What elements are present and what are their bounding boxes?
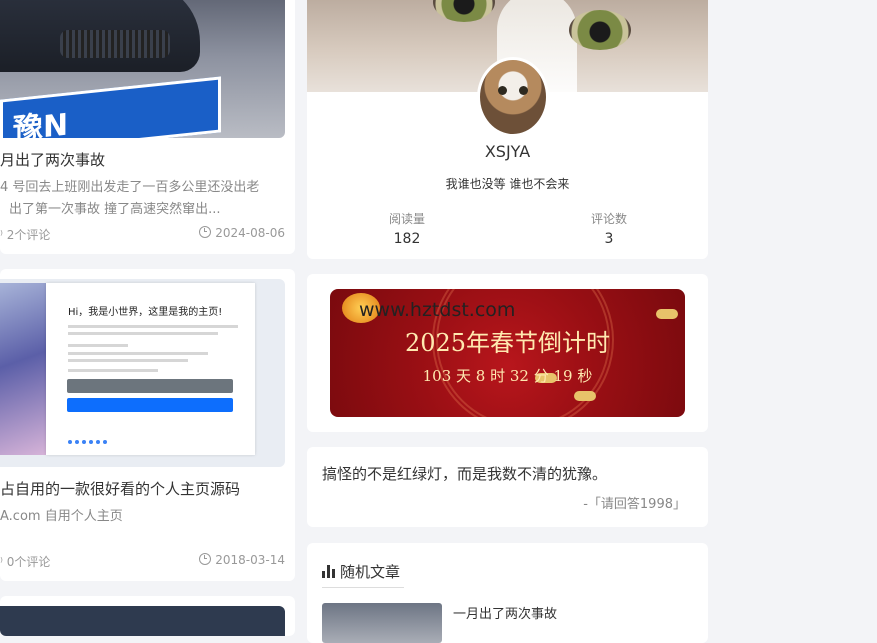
post-card-2[interactable]: Hi，我是小世界，这里是我的主页! 占自用的一款很好看的个人主页源码 A.com… xyxy=(0,269,295,581)
countdown-banner-card: www.hztdst.com 2025年春节倒计时 103 天 8 时 32 分… xyxy=(307,274,708,432)
profile-name: XSJYA xyxy=(484,142,531,161)
stat-value: 182 xyxy=(393,231,421,247)
preview-text-line xyxy=(68,332,218,335)
post-excerpt: A.com 自用个人主页 xyxy=(0,509,123,524)
avatar[interactable] xyxy=(477,57,549,137)
preview-blog-button xyxy=(67,379,233,393)
banner-watermark-url: www.hztdst.com xyxy=(359,299,516,321)
countdown-text: 103 天 8 时 32 分 19 秒 xyxy=(422,367,593,385)
post-card-3[interactable] xyxy=(0,596,295,636)
stat-label: 评论数 xyxy=(590,212,627,226)
preview-text-line xyxy=(68,369,158,372)
comment-icon: ⁾ xyxy=(0,228,7,242)
homepage-preview: Hi，我是小世界，这里是我的主页! xyxy=(46,283,255,455)
preview-social-icons xyxy=(68,429,110,448)
preview-text-line xyxy=(68,325,238,328)
random-articles-heading: 随机文章 xyxy=(322,561,400,582)
random-articles-card: 随机文章 一月出了两次事故 xyxy=(307,543,708,643)
random-article-thumbnail[interactable] xyxy=(322,603,442,643)
clock-icon xyxy=(199,226,212,238)
post-thumbnail[interactable]: 豫N xyxy=(0,0,285,138)
stat-value: 3 xyxy=(604,231,614,247)
comment-count: ⁾ 2个评论 xyxy=(0,226,50,243)
post-date: 2018-03-14 xyxy=(199,553,285,567)
profile-card: XSJYA 我谁也没等 谁也不会来 阅读量 182 评论数 3 xyxy=(307,0,708,259)
stat-label: 阅读量 xyxy=(388,212,425,226)
cloud-icon xyxy=(574,391,596,401)
stat-comments: 评论数 3 xyxy=(549,210,669,247)
post-title[interactable]: 月出了两次事故 xyxy=(0,149,105,170)
bar-chart-icon xyxy=(322,565,336,578)
plate-text: 豫N xyxy=(13,107,69,138)
comment-icon: ⁾ xyxy=(0,555,7,569)
banner-title: 2025年春节倒计时 xyxy=(404,329,611,357)
post-thumbnail[interactable]: Hi，我是小世界，这里是我的主页! xyxy=(0,279,285,467)
post-date-text: 2018-03-14 xyxy=(215,553,285,567)
cat-eye xyxy=(569,10,631,50)
preview-text-line xyxy=(68,359,188,362)
comment-count-text: 2个评论 xyxy=(6,228,51,242)
license-plate: 豫N xyxy=(0,76,221,138)
post-date: 2024-08-06 xyxy=(199,226,285,240)
heading-underline xyxy=(322,587,404,588)
preview-text-line xyxy=(68,352,208,355)
car-grille xyxy=(60,30,170,58)
excerpt-line: 出了第一次事故 撞了高速突然窜出... xyxy=(9,202,221,217)
quote-text: 搞怪的不是红绿灯，而是我数不清的犹豫。 xyxy=(322,465,608,483)
quote-card: 搞怪的不是红绿灯，而是我数不清的犹豫。 -「请回答1998」 xyxy=(307,447,708,527)
thumbnail-art xyxy=(0,283,46,455)
profile-motto: 我谁也没等 谁也不会来 xyxy=(445,177,570,191)
post-title[interactable]: 占自用的一款很好看的个人主页源码 xyxy=(0,478,240,499)
random-article-title[interactable]: 一月出了两次事故 xyxy=(453,603,557,622)
preview-heading: Hi，我是小世界，这里是我的主页! xyxy=(68,307,223,318)
quote-source: -「请回答1998」 xyxy=(583,497,686,512)
comment-count-text: 0个评论 xyxy=(6,555,51,569)
preview-text-line xyxy=(68,344,128,347)
excerpt-line: 4 号回去上班刚出发走了一百多公里还没出老 xyxy=(0,180,260,195)
cat-eye xyxy=(433,0,495,22)
clock-icon xyxy=(199,553,212,565)
comment-count: ⁾ 0个评论 xyxy=(0,553,50,570)
post-thumbnail[interactable] xyxy=(0,606,285,636)
random-articles-heading-text: 随机文章 xyxy=(340,563,401,581)
post-excerpt: 4 号回去上班刚出发走了一百多公里还没出老 出了第一次事故 撞了高速突然窜出..… xyxy=(0,177,259,221)
preview-email-button xyxy=(67,398,233,412)
post-date-text: 2024-08-06 xyxy=(215,226,285,240)
cloud-icon xyxy=(656,309,678,319)
stat-views: 阅读量 182 xyxy=(347,210,467,247)
post-card-1[interactable]: 豫N 月出了两次事故 4 号回去上班刚出发走了一百多公里还没出老 出了第一次事故… xyxy=(0,0,295,254)
spring-festival-banner[interactable]: www.hztdst.com 2025年春节倒计时 103 天 8 时 32 分… xyxy=(330,289,685,417)
